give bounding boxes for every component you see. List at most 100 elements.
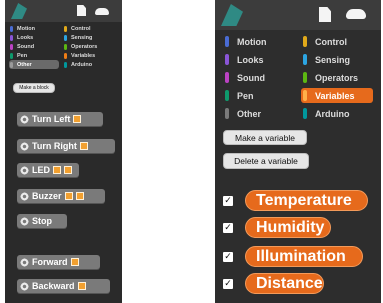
category-label: Operators: [315, 72, 359, 83]
checkbox[interactable]: ✓: [223, 278, 233, 289]
checkbox[interactable]: ✓: [223, 251, 233, 262]
turn-left-block[interactable]: Turn Left: [17, 112, 103, 126]
category-sensing[interactable]: Sensing: [63, 33, 113, 42]
motion-swatch-icon: [10, 25, 13, 32]
block-input-slot[interactable]: [64, 166, 72, 174]
category-sound[interactable]: Sound: [9, 42, 59, 51]
right-editor-panel: Motion Control Looks Sensing Sound Opera…: [215, 0, 381, 303]
make-variable-button[interactable]: Make a variable: [223, 130, 307, 145]
gear-icon: [20, 191, 29, 201]
block-label: LED: [32, 165, 50, 175]
category-label: Sound: [237, 72, 265, 83]
sensing-swatch-icon: [64, 34, 67, 41]
forward-block[interactable]: Forward: [17, 255, 100, 269]
variable-row-humidity: ✓ Humidity: [223, 217, 331, 238]
buzzer-block[interactable]: Buzzer: [17, 189, 105, 203]
category-label: Other: [17, 61, 32, 68]
category-other[interactable]: Other: [9, 60, 59, 69]
arduino-swatch-icon: [303, 108, 307, 119]
category-pen[interactable]: Pen: [223, 88, 295, 103]
category-label: Variables: [71, 52, 96, 59]
app-logo-icon: [11, 3, 27, 19]
temperature-reporter[interactable]: Temperature: [245, 190, 368, 211]
block-label: Turn Right: [32, 141, 77, 151]
variable-row-distance: ✓ Distance: [223, 273, 324, 294]
block-input-slot[interactable]: [73, 115, 82, 123]
motion-swatch-icon: [225, 36, 229, 47]
humidity-reporter[interactable]: Humidity: [245, 217, 331, 238]
control-swatch-icon: [303, 36, 307, 47]
category-label: Arduino: [315, 108, 350, 119]
illumination-reporter[interactable]: Illumination: [245, 246, 363, 267]
category-variables[interactable]: Variables: [301, 88, 373, 103]
category-arduino[interactable]: Arduino: [63, 60, 113, 69]
sound-swatch-icon: [225, 72, 229, 83]
category-pen[interactable]: Pen: [9, 51, 59, 60]
sound-swatch-icon: [10, 43, 13, 50]
category-sound[interactable]: Sound: [223, 70, 295, 85]
left-editor-panel: Motion Control Looks Sensing Sound Opera…: [5, 0, 122, 303]
variable-row-illumination: ✓ Illumination: [223, 246, 363, 267]
category-label: Arduino: [71, 61, 93, 68]
turn-right-block[interactable]: Turn Right: [17, 139, 115, 153]
category-motion[interactable]: Motion: [9, 24, 59, 33]
category-label: Sound: [17, 43, 35, 50]
variables-swatch-icon: [303, 90, 307, 101]
cloud-icon[interactable]: [346, 9, 366, 19]
other-swatch-icon: [225, 108, 229, 119]
distance-reporter[interactable]: Distance: [245, 273, 324, 294]
led-block[interactable]: LED: [17, 163, 79, 177]
pen-swatch-icon: [10, 52, 13, 59]
checkbox[interactable]: ✓: [223, 195, 233, 206]
gear-icon: [20, 141, 29, 151]
category-label: Motion: [237, 36, 267, 47]
category-label: Pen: [237, 90, 254, 101]
category-label: Sensing: [315, 54, 351, 65]
file-icon[interactable]: [319, 7, 331, 22]
gear-icon: [20, 257, 29, 267]
delete-variable-button[interactable]: Delete a variable: [223, 153, 309, 169]
category-other[interactable]: Other: [223, 106, 295, 121]
category-looks[interactable]: Looks: [9, 33, 59, 42]
other-swatch-icon: [10, 61, 13, 68]
file-icon[interactable]: [77, 5, 86, 16]
gear-icon: [20, 281, 29, 291]
block-input-slot[interactable]: [64, 192, 73, 200]
category-label: Operators: [71, 43, 98, 50]
category-label: Looks: [17, 34, 34, 41]
cloud-icon[interactable]: [95, 8, 109, 15]
category-operators[interactable]: Operators: [63, 42, 113, 51]
top-bar: [215, 0, 381, 30]
category-sensing[interactable]: Sensing: [301, 52, 373, 67]
category-looks[interactable]: Looks: [223, 52, 295, 67]
block-input-slot[interactable]: [79, 142, 88, 150]
stop-block[interactable]: Stop: [17, 214, 67, 228]
block-label: Backward: [32, 281, 75, 291]
checkbox[interactable]: ✓: [223, 222, 233, 233]
category-motion[interactable]: Motion: [223, 34, 295, 49]
control-swatch-icon: [64, 25, 67, 32]
make-block-button[interactable]: Make a block: [13, 83, 55, 93]
category-list: Motion Control Looks Sensing Sound Opera…: [223, 34, 373, 121]
sensing-swatch-icon: [303, 54, 307, 65]
top-bar: [5, 0, 122, 22]
gear-icon: [20, 165, 29, 175]
variable-row-temperature: ✓ Temperature: [223, 190, 368, 211]
block-input-slot[interactable]: [77, 282, 86, 290]
block-input-slot[interactable]: [70, 258, 79, 266]
category-list: Motion Control Looks Sensing Sound Opera…: [9, 24, 113, 69]
backward-block[interactable]: Backward: [17, 279, 110, 293]
category-arduino[interactable]: Arduino: [301, 106, 373, 121]
block-input-slot[interactable]: [53, 166, 61, 174]
category-label: Looks: [237, 54, 264, 65]
block-input-slot[interactable]: [75, 192, 84, 200]
category-variables[interactable]: Variables: [63, 51, 113, 60]
variables-swatch-icon: [64, 52, 67, 59]
category-control[interactable]: Control: [63, 24, 113, 33]
category-control[interactable]: Control: [301, 34, 373, 49]
looks-swatch-icon: [225, 54, 229, 65]
pen-swatch-icon: [225, 90, 229, 101]
category-label: Variables: [315, 90, 355, 101]
category-label: Other: [237, 108, 262, 119]
category-operators[interactable]: Operators: [301, 70, 373, 85]
